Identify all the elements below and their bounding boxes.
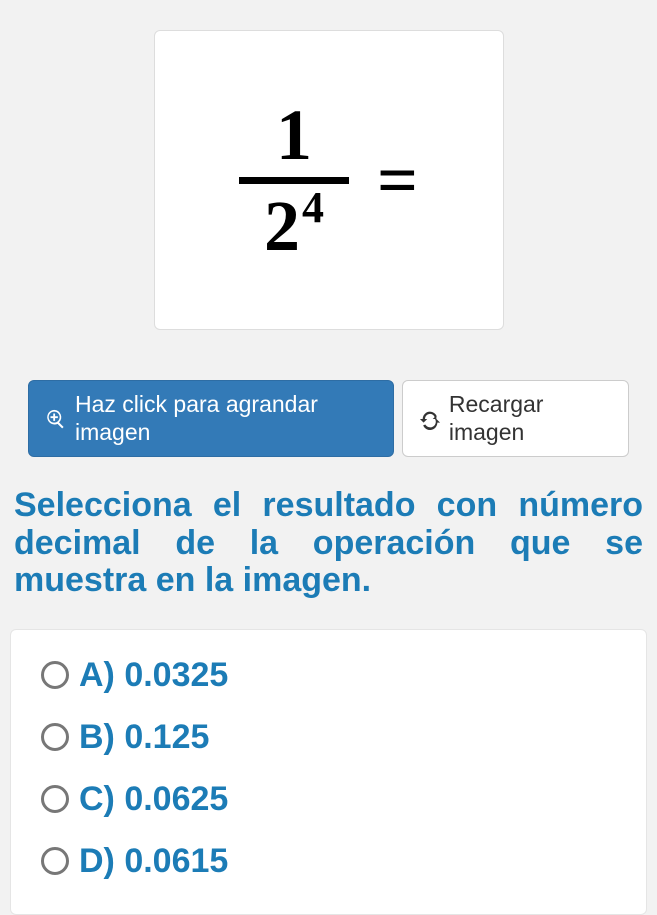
option-label: B) 0.125 (79, 720, 209, 754)
radio-icon (41, 847, 69, 875)
enlarge-image-button[interactable]: Haz click para agrandar imagen (28, 380, 394, 457)
fraction: 1 2 4 (239, 99, 349, 262)
refresh-icon (419, 408, 441, 430)
equals-sign: = (377, 144, 418, 216)
denominator: 2 4 (264, 184, 324, 262)
option-label: C) 0.0625 (79, 782, 228, 816)
enlarge-button-label: Haz click para agrandar imagen (75, 391, 377, 446)
math-expression-image: 1 2 4 = (154, 30, 504, 330)
options-panel: A) 0.0325 B) 0.125 C) 0.0625 D) 0.0615 (10, 629, 647, 915)
image-container: 1 2 4 = (10, 30, 647, 330)
button-row: Haz click para agrandar imagen Recargar … (10, 380, 647, 457)
option-label: D) 0.0615 (79, 844, 228, 878)
numerator: 1 (264, 99, 324, 177)
exponent: 4 (302, 186, 324, 230)
base: 2 (264, 190, 300, 262)
option-label: A) 0.0325 (79, 658, 228, 692)
question-text: Selecciona el resultado con número decim… (14, 487, 643, 599)
option-c[interactable]: C) 0.0625 (41, 782, 616, 816)
option-b[interactable]: B) 0.125 (41, 720, 616, 754)
zoom-in-icon (45, 408, 67, 430)
fraction-expression: 1 2 4 = (239, 99, 418, 262)
reload-image-button[interactable]: Recargar imagen (402, 380, 629, 457)
reload-button-label: Recargar imagen (449, 391, 612, 446)
fraction-bar (239, 177, 349, 184)
option-a[interactable]: A) 0.0325 (41, 658, 616, 692)
option-d[interactable]: D) 0.0615 (41, 844, 616, 878)
radio-icon (41, 661, 69, 689)
radio-icon (41, 785, 69, 813)
radio-icon (41, 723, 69, 751)
